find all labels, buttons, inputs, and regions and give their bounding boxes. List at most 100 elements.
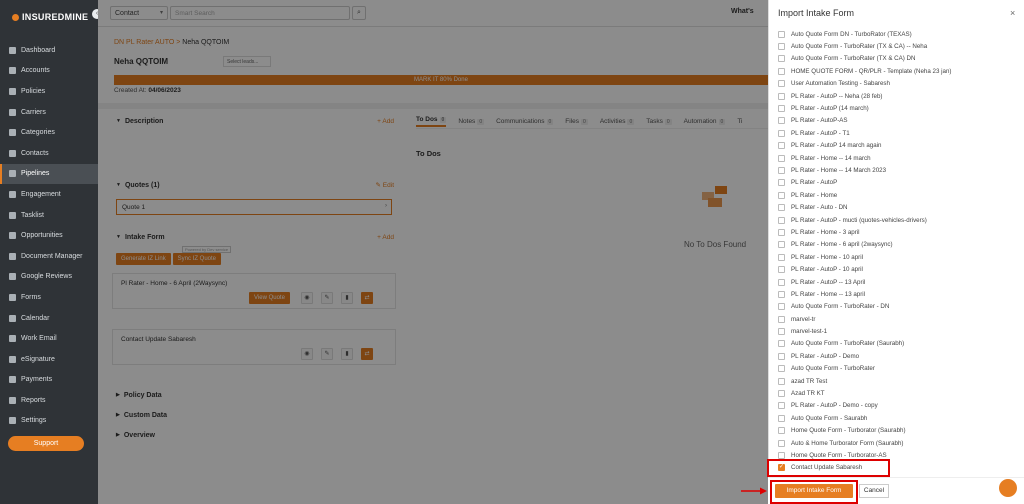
intake-form-option[interactable]: Azad TR KT [778, 387, 1018, 399]
sidebar-item-settings[interactable]: Settings [0, 411, 98, 432]
sidebar-item-dashboard[interactable]: Dashboard [0, 40, 98, 61]
form-checkbox[interactable] [778, 80, 785, 88]
sidebar-item-accounts[interactable]: Accounts [0, 61, 98, 82]
intake-form-option[interactable]: PL Rater - Home [778, 189, 1018, 201]
intake-form-option[interactable]: PL Rater - AutoP-AS [778, 115, 1018, 127]
sidebar-item-policies[interactable]: Policies [0, 81, 98, 102]
intake-form-option[interactable]: PL Rater - AutoP [778, 177, 1018, 189]
form-checkbox[interactable] [778, 30, 785, 38]
sidebar-item-document-manager[interactable]: Document Manager [0, 246, 98, 267]
form-checkbox[interactable] [778, 55, 785, 63]
sidebar-item-forms[interactable]: Forms [0, 287, 98, 308]
form-checkbox[interactable] [778, 253, 785, 261]
form-checkbox[interactable] [778, 290, 785, 298]
form-checkbox[interactable] [778, 414, 785, 422]
form-checkbox[interactable] [778, 216, 785, 224]
form-checkbox[interactable] [778, 191, 785, 199]
intake-form-option[interactable]: PL Rater - AutoP -- 13 April [778, 276, 1018, 288]
intake-form-option[interactable]: PL Rater - AutoP (14 march) [778, 102, 1018, 114]
form-option-label: marvel-tr [791, 315, 816, 323]
sidebar-item-engagement[interactable]: Engagement [0, 184, 98, 205]
form-checkbox[interactable] [778, 166, 785, 174]
form-checkbox[interactable] [778, 427, 785, 435]
sidebar-item-label: Forms [21, 293, 41, 301]
intake-form-option[interactable]: Home Quote Form - Turborator (Saurabh) [778, 425, 1018, 437]
sidebar-item-payments[interactable]: Payments [0, 370, 98, 391]
form-checkbox[interactable] [778, 315, 785, 323]
intake-form-option[interactable]: PL Rater - Home - 3 april [778, 226, 1018, 238]
form-checkbox[interactable] [778, 142, 785, 150]
cancel-button[interactable]: Cancel [859, 484, 889, 498]
form-checkbox[interactable] [778, 129, 785, 137]
form-checkbox[interactable] [778, 228, 785, 236]
intake-form-option[interactable]: Auto Quote Form - TurboRater (Saurabh) [778, 338, 1018, 350]
sidebar-item-label: Reports [21, 396, 46, 404]
support-button[interactable]: Support [8, 436, 84, 451]
intake-form-option[interactable]: marvel-tr [778, 313, 1018, 325]
sidebar-item-carriers[interactable]: Carriers [0, 102, 98, 123]
form-checkbox[interactable] [778, 154, 785, 162]
form-checkbox[interactable] [778, 117, 785, 125]
form-checkbox[interactable] [778, 451, 785, 459]
intake-form-option[interactable]: azad TR Test [778, 375, 1018, 387]
form-checkbox[interactable] [778, 179, 785, 187]
form-checkbox[interactable] [778, 352, 785, 360]
logo[interactable]: INSUREDMINE [12, 12, 88, 22]
form-checkbox[interactable] [778, 439, 785, 447]
form-checkbox[interactable] [778, 303, 785, 311]
intake-form-option[interactable]: Auto Quote Form - TurboRater - DN [778, 301, 1018, 313]
intake-form-option[interactable]: PL Rater - Home -- 13 april [778, 288, 1018, 300]
sidebar-item-contacts[interactable]: Contacts [0, 143, 98, 164]
intake-form-option[interactable]: Auto & Home Turborator Form (Saurabh) [778, 437, 1018, 449]
intake-form-option[interactable]: PL Rater - Home -- 14 march [778, 152, 1018, 164]
form-checkbox[interactable] [778, 328, 785, 336]
sidebar-item-work-email[interactable]: Work Email [0, 328, 98, 349]
import-intake-form-button[interactable]: Import Intake Form [775, 484, 853, 498]
intake-form-option[interactable]: PL Rater - Home - 6 april (2waysync) [778, 239, 1018, 251]
intake-form-option[interactable]: PL Rater - AutoP - Demo [778, 350, 1018, 362]
intake-form-option[interactable]: Auto Quote Form - TurboRater [778, 363, 1018, 375]
form-checkbox[interactable] [778, 92, 785, 100]
form-checkbox[interactable] [778, 340, 785, 348]
sidebar-item-calendar[interactable]: Calendar [0, 308, 98, 329]
chat-icon[interactable] [999, 479, 1017, 497]
form-checkbox[interactable] [778, 278, 785, 286]
sidebar-item-esignature[interactable]: eSignature [0, 349, 98, 370]
google-icon [9, 273, 16, 281]
form-checkbox[interactable] [778, 266, 785, 274]
intake-form-option[interactable]: PL Rater - AutoP - mucti (quotes-vehicle… [778, 214, 1018, 226]
intake-form-option[interactable]: Auto Quote Form DN - TurboRator (TEXAS) [778, 28, 1018, 40]
intake-form-option[interactable]: marvel-test-1 [778, 325, 1018, 337]
form-checkbox[interactable] [778, 377, 785, 385]
intake-form-option[interactable]: HOME QUOTE FORM - QR/PLR - Template (Neh… [778, 65, 1018, 77]
modal-backdrop[interactable] [98, 0, 768, 504]
intake-form-option[interactable]: Auto Quote Form - TurboRater (TX & CA) -… [778, 40, 1018, 52]
sidebar-item-categories[interactable]: Categories [0, 122, 98, 143]
intake-form-option[interactable]: PL Rater - AutoP - Demo - copy [778, 400, 1018, 412]
intake-form-option[interactable]: PL Rater - AutoP - 10 april [778, 263, 1018, 275]
intake-form-option[interactable]: PL Rater - AutoP -- Neha (28 feb) [778, 90, 1018, 102]
intake-form-option[interactable]: PL Rater - AutoP - T1 [778, 127, 1018, 139]
sidebar-item-pipelines[interactable]: Pipelines [0, 163, 98, 185]
form-checkbox[interactable] [778, 105, 785, 113]
form-checkbox[interactable] [778, 204, 785, 212]
sidebar-item-google-reviews[interactable]: Google Reviews [0, 267, 98, 288]
form-checkbox[interactable] [778, 390, 785, 398]
intake-form-option[interactable]: PL Rater - AutoP 14 march again [778, 140, 1018, 152]
intake-form-option[interactable]: PL Rater - Home - 10 april [778, 251, 1018, 263]
sidebar-item-reports[interactable]: Reports [0, 390, 98, 411]
form-checkbox[interactable] [778, 365, 785, 373]
sidebar-item-opportunities[interactable]: Opportunities [0, 225, 98, 246]
intake-form-option[interactable]: PL Rater - Auto - DN [778, 201, 1018, 213]
form-option-label: Auto Quote Form - TurboRater (TX & CA) -… [791, 43, 928, 51]
form-checkbox[interactable] [778, 67, 785, 75]
sidebar-item-tasklist[interactable]: Tasklist [0, 205, 98, 226]
intake-form-option[interactable]: Auto Quote Form - TurboRater (TX & CA) D… [778, 53, 1018, 65]
form-checkbox[interactable] [778, 43, 785, 51]
intake-form-option[interactable]: User Automation Testing - Sabaresh [778, 78, 1018, 90]
close-icon[interactable]: × [1010, 8, 1015, 18]
form-checkbox[interactable] [778, 402, 785, 410]
intake-form-option[interactable]: Auto Quote Form - Saurabh [778, 412, 1018, 424]
form-checkbox[interactable] [778, 241, 785, 249]
intake-form-option[interactable]: PL Rater - Home -- 14 March 2023 [778, 164, 1018, 176]
